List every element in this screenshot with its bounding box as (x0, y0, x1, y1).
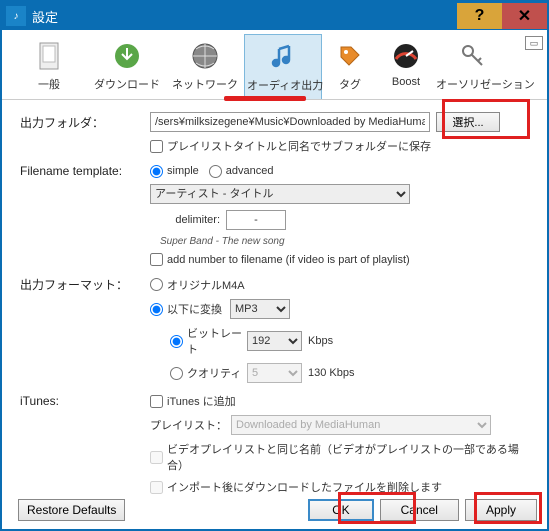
key-icon (455, 38, 491, 74)
format-label: 出力フォーマット： (20, 276, 150, 293)
tab-authorization[interactable]: オーソリゼーション (434, 34, 512, 99)
tab-network[interactable]: ネットワーク (166, 34, 244, 99)
template-hint: Super Band - The new song (160, 236, 529, 247)
video-playlist-label: ビデオプレイリストと同じ名前（ビデオがプレイリストの一部である場合） (167, 441, 529, 473)
template-label: Filename template: (20, 164, 150, 178)
audio-icon (265, 39, 301, 75)
template-advanced-radio[interactable] (209, 165, 222, 178)
delimiter-label: delimiter: (170, 214, 220, 226)
bitrate-radio[interactable] (170, 335, 183, 348)
quality-select: 5 (247, 363, 302, 383)
quality-kbps: 130 Kbps (308, 367, 354, 379)
tab-download[interactable]: ダウンロード (88, 34, 166, 99)
close-button[interactable]: ✕ (502, 3, 547, 29)
toolbar: 一般 ダウンロード ネットワーク オーディオ出力 タグ Boost オーソリゼー… (2, 30, 547, 100)
titlebar: ♪ 設定 ? ✕ (2, 2, 547, 30)
playlist-select: Downloaded by MediaHuman (231, 415, 491, 435)
tag-icon (332, 38, 368, 74)
format-select[interactable]: MP3 (230, 299, 290, 319)
help-button[interactable]: ? (457, 3, 502, 29)
select-folder-button[interactable]: 選択... (436, 112, 500, 132)
general-icon (31, 38, 67, 74)
playlist-label: プレイリスト： (150, 417, 227, 433)
convert-radio[interactable] (150, 303, 163, 316)
bitrate-select[interactable]: 192 (247, 331, 302, 351)
quality-radio[interactable] (170, 367, 183, 380)
template-simple-radio[interactable] (150, 165, 163, 178)
download-icon (109, 38, 145, 74)
tab-general[interactable]: 一般 (10, 34, 88, 99)
tab-boost[interactable]: Boost (378, 34, 434, 99)
tab-tag[interactable]: タグ (322, 34, 378, 99)
delete-after-checkbox (150, 481, 163, 494)
kbps-label: Kbps (308, 335, 333, 347)
itunes-checkbox[interactable] (150, 395, 163, 408)
network-icon (187, 38, 223, 74)
original-m4a-label: オリジナルM4A (167, 277, 245, 293)
template-advanced-label: advanced (226, 165, 274, 177)
settings-window: ♪ 設定 ? ✕ 一般 ダウンロード ネットワーク オーディオ出力 タグ Boo… (0, 0, 549, 531)
content: 出力フォルダ： 選択... プレイリストタイトルと同名でサブフォルダーに保存 F… (2, 100, 547, 509)
video-playlist-checkbox (150, 451, 163, 464)
quality-label: クオリティ (187, 365, 247, 381)
tab-audio-output[interactable]: オーディオ出力 (244, 34, 322, 99)
template-simple-label: simple (167, 165, 199, 177)
app-icon: ♪ (6, 6, 26, 26)
save-subfolder-label: プレイリストタイトルと同名でサブフォルダーに保存 (167, 138, 431, 154)
boost-icon (388, 38, 424, 74)
detach-icon[interactable]: ▭ (525, 36, 543, 50)
add-number-label: add number to filename (if video is part… (167, 254, 410, 266)
template-select[interactable]: アーティスト - タイトル (150, 184, 410, 204)
original-m4a-radio[interactable] (150, 278, 163, 291)
save-subfolder-checkbox[interactable] (150, 140, 163, 153)
output-folder-input[interactable] (150, 112, 430, 132)
apply-button[interactable]: Apply (465, 499, 537, 521)
cancel-button[interactable]: Cancel (380, 499, 459, 521)
itunes-add-label: iTunes に追加 (167, 393, 236, 409)
window-title: 設定 (32, 7, 58, 26)
restore-defaults-button[interactable]: Restore Defaults (18, 499, 125, 521)
delimiter-input[interactable] (226, 210, 286, 230)
footer: Restore Defaults OK Cancel Apply (12, 499, 537, 521)
bitrate-label: ビットレート (187, 325, 247, 357)
output-folder-label: 出力フォルダ： (20, 114, 150, 131)
convert-label: 以下に変換 (167, 301, 222, 317)
itunes-label: iTunes: (20, 394, 150, 408)
add-number-checkbox[interactable] (150, 253, 163, 266)
delete-after-label: インポート後にダウンロードしたファイルを削除します (167, 479, 442, 495)
ok-button[interactable]: OK (308, 499, 373, 521)
